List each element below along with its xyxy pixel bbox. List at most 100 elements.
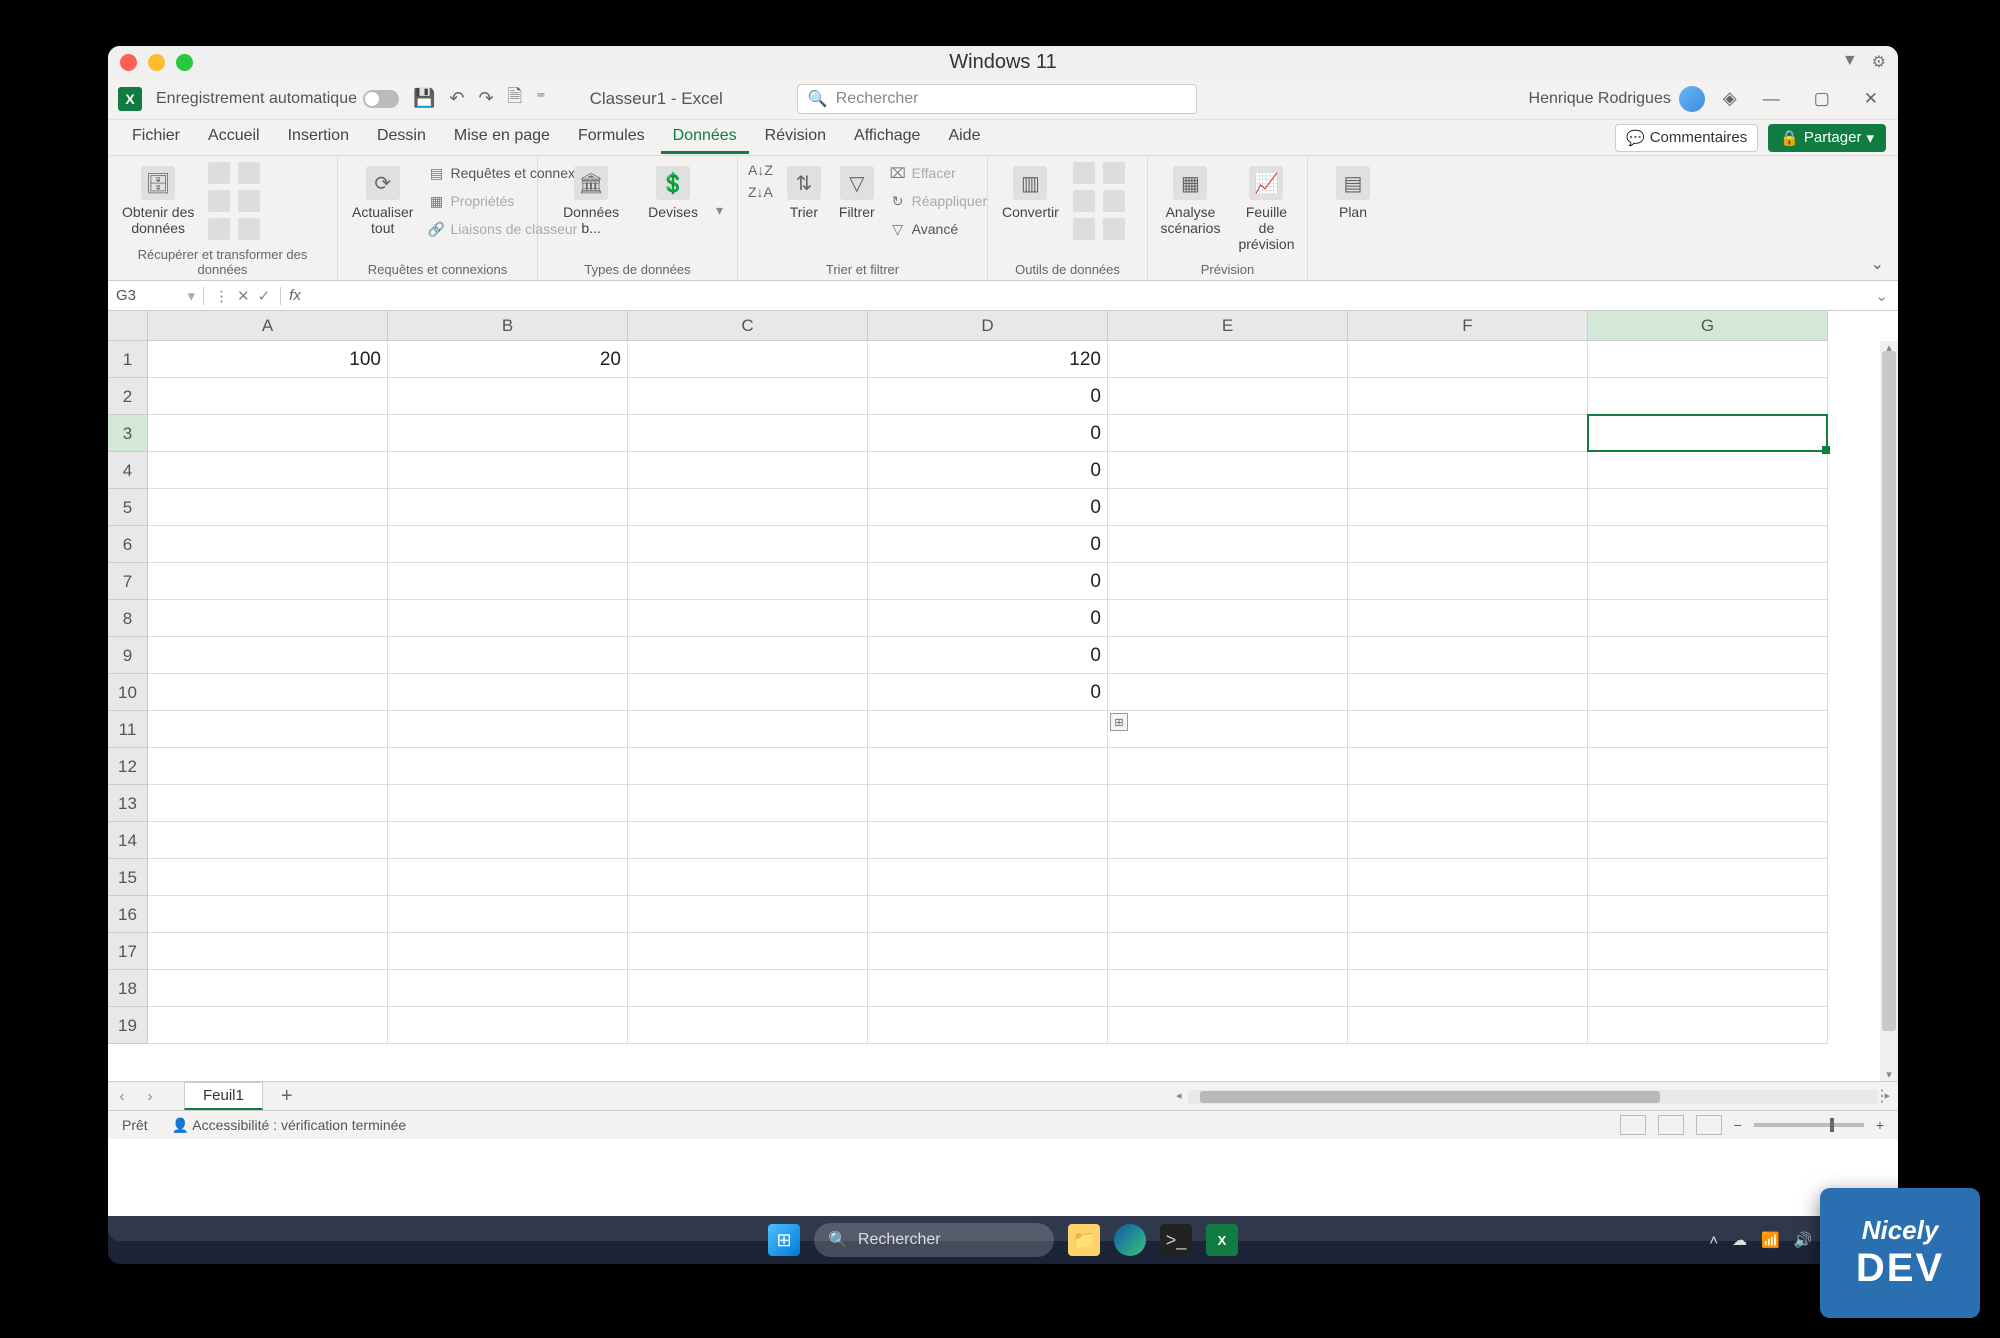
- cell-A5[interactable]: [148, 489, 388, 526]
- cell-F6[interactable]: [1348, 526, 1588, 563]
- cell-C1[interactable]: [628, 341, 868, 378]
- row-header-9[interactable]: 9: [108, 637, 148, 674]
- cell-D5[interactable]: 0: [868, 489, 1108, 526]
- row-header-18[interactable]: 18: [108, 970, 148, 1007]
- cell-G1[interactable]: [1588, 341, 1828, 378]
- cell-E13[interactable]: [1108, 785, 1348, 822]
- cell-B8[interactable]: [388, 600, 628, 637]
- tray-wifi-icon[interactable]: 📶: [1761, 1231, 1780, 1249]
- filter-button[interactable]: ▽Filtrer: [835, 162, 879, 224]
- collapse-ribbon-icon[interactable]: ⌄: [1871, 254, 1884, 274]
- maximize-button[interactable]: ▢: [1806, 85, 1838, 113]
- cell-D18[interactable]: [868, 970, 1108, 1007]
- cell-D10[interactable]: 0: [868, 674, 1108, 711]
- cell-G13[interactable]: [1588, 785, 1828, 822]
- cell-C7[interactable]: [628, 563, 868, 600]
- cell-B9[interactable]: [388, 637, 628, 674]
- cell-B17[interactable]: [388, 933, 628, 970]
- cell-F3[interactable]: [1348, 415, 1588, 452]
- sort-desc-icon[interactable]: Z↓A: [748, 184, 773, 200]
- share-button[interactable]: 🔒 Partager ▾: [1768, 124, 1886, 152]
- cell-B6[interactable]: [388, 526, 628, 563]
- cell-G4[interactable]: [1588, 452, 1828, 489]
- tab-révision[interactable]: Révision: [753, 121, 838, 154]
- tab-données[interactable]: Données: [661, 121, 749, 154]
- cell-C14[interactable]: [628, 822, 868, 859]
- file-icon[interactable]: 🗎: [508, 84, 522, 114]
- cell-D15[interactable]: [868, 859, 1108, 896]
- prev-sheet-button[interactable]: ‹: [108, 1088, 136, 1105]
- tab-formules[interactable]: Formules: [566, 121, 657, 154]
- text-to-columns-button[interactable]: ▥Convertir: [998, 162, 1063, 224]
- cell-E10[interactable]: [1108, 674, 1348, 711]
- cell-E14[interactable]: [1108, 822, 1348, 859]
- cell-E16[interactable]: [1108, 896, 1348, 933]
- row-header-7[interactable]: 7: [108, 563, 148, 600]
- refresh-all-button[interactable]: ⟳ Actualiser tout: [348, 162, 417, 240]
- dropdown-icon[interactable]: ▼: [1842, 52, 1858, 72]
- cell-D11[interactable]: [868, 711, 1108, 748]
- fullscreen-mac-icon[interactable]: [176, 54, 193, 71]
- cell-E1[interactable]: [1108, 341, 1348, 378]
- row-header-11[interactable]: 11: [108, 711, 148, 748]
- customize-qat-icon[interactable]: ⁼: [536, 88, 546, 109]
- cell-C9[interactable]: [628, 637, 868, 674]
- cell-G14[interactable]: [1588, 822, 1828, 859]
- row-header-13[interactable]: 13: [108, 785, 148, 822]
- cell-A10[interactable]: [148, 674, 388, 711]
- cell-E9[interactable]: [1108, 637, 1348, 674]
- cell-B2[interactable]: [388, 378, 628, 415]
- cell-F19[interactable]: [1348, 1007, 1588, 1044]
- name-box[interactable]: G3▾: [108, 287, 204, 305]
- cell-E4[interactable]: [1108, 452, 1348, 489]
- tab-aide[interactable]: Aide: [936, 121, 992, 154]
- cell-E19[interactable]: [1108, 1007, 1348, 1044]
- cell-G17[interactable]: [1588, 933, 1828, 970]
- tab-affichage[interactable]: Affichage: [842, 121, 932, 154]
- scroll-left-icon[interactable]: ◂: [1176, 1089, 1182, 1102]
- cell-C11[interactable]: [628, 711, 868, 748]
- vertical-scrollbar[interactable]: ▴ ▾: [1880, 341, 1898, 1081]
- cell-B1[interactable]: 20: [388, 341, 628, 378]
- scroll-right-icon[interactable]: ▸: [1884, 1089, 1890, 1102]
- cell-D4[interactable]: 0: [868, 452, 1108, 489]
- datatools-shortcuts[interactable]: [1073, 162, 1125, 240]
- cell-A15[interactable]: [148, 859, 388, 896]
- enter-formula-icon[interactable]: ✓: [258, 287, 271, 305]
- cell-F7[interactable]: [1348, 563, 1588, 600]
- minimize-mac-icon[interactable]: [148, 54, 165, 71]
- cell-E15[interactable]: [1108, 859, 1348, 896]
- cell-E5[interactable]: [1108, 489, 1348, 526]
- cell-A19[interactable]: [148, 1007, 388, 1044]
- row-header-1[interactable]: 1: [108, 341, 148, 378]
- get-data-shortcuts[interactable]: [208, 162, 260, 240]
- cell-C10[interactable]: [628, 674, 868, 711]
- cell-E12[interactable]: [1108, 748, 1348, 785]
- column-header-B[interactable]: B: [388, 311, 628, 341]
- cell-D16[interactable]: [868, 896, 1108, 933]
- edge-browser-icon[interactable]: [1114, 1224, 1146, 1256]
- user-account[interactable]: Henrique Rodrigues: [1529, 86, 1705, 112]
- row-header-5[interactable]: 5: [108, 489, 148, 526]
- cell-D7[interactable]: 0: [868, 563, 1108, 600]
- cell-B12[interactable]: [388, 748, 628, 785]
- cell-C8[interactable]: [628, 600, 868, 637]
- cell-D17[interactable]: [868, 933, 1108, 970]
- row-header-15[interactable]: 15: [108, 859, 148, 896]
- save-icon[interactable]: 💾: [413, 88, 435, 109]
- cell-D9[interactable]: 0: [868, 637, 1108, 674]
- cell-B14[interactable]: [388, 822, 628, 859]
- cell-B18[interactable]: [388, 970, 628, 1007]
- cell-E6[interactable]: [1108, 526, 1348, 563]
- cell-F5[interactable]: [1348, 489, 1588, 526]
- cell-D1[interactable]: 120: [868, 341, 1108, 378]
- row-header-12[interactable]: 12: [108, 748, 148, 785]
- cell-G7[interactable]: [1588, 563, 1828, 600]
- cell-C2[interactable]: [628, 378, 868, 415]
- cell-F14[interactable]: [1348, 822, 1588, 859]
- advanced-filter-button[interactable]: ▽Avancé: [889, 218, 988, 240]
- excel-taskbar-icon[interactable]: X: [1206, 1224, 1238, 1256]
- close-mac-icon[interactable]: [120, 54, 137, 71]
- horizontal-scrollbar[interactable]: ◂ ▸: [1188, 1090, 1878, 1104]
- cell-F12[interactable]: [1348, 748, 1588, 785]
